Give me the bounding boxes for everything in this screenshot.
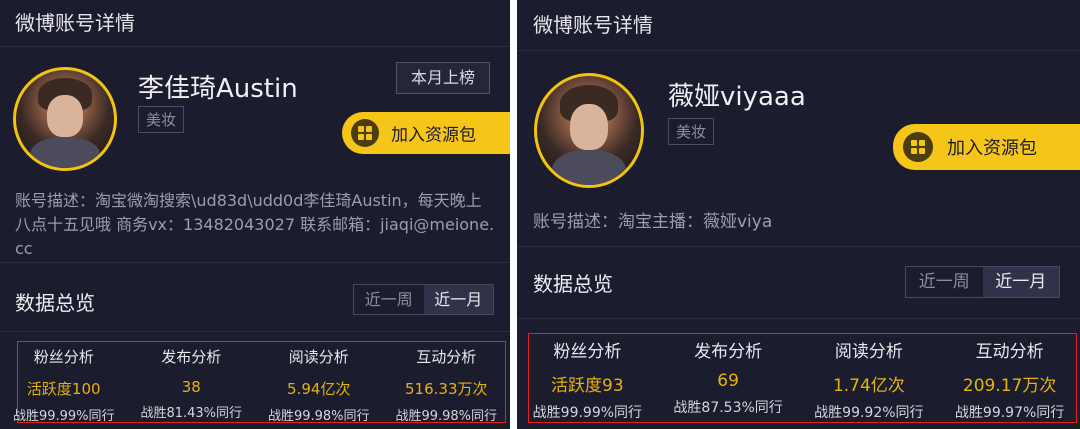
stat-reads[interactable]: 阅读分析 5.94亿次 战胜99.98%同行 [255,346,383,424]
period-toggle: 近一周 近一月 [905,266,1060,298]
account-name: 李佳琦Austin [138,74,298,104]
stat-fans[interactable]: 粉丝分析 活跃度93 战胜99.99%同行 [517,337,658,422]
tab-last-week[interactable]: 近一周 [906,267,983,297]
account-name: 薇娅viyaaa [668,82,806,112]
stats-row: 粉丝分析 活跃度93 战胜99.99%同行 发布分析 69 战胜87.53%同行… [517,337,1080,422]
stat-engagement[interactable]: 互动分析 516.33万次 战胜99.98%同行 [383,346,511,424]
stat-value: 38 [181,378,201,396]
stat-label: 阅读分析 [834,342,903,362]
grid-icon [903,132,933,162]
overview-divider [0,331,510,332]
page-title: 微博账号详情 [15,11,135,35]
stat-rank: 战胜99.97%同行 [954,405,1065,421]
stat-posts[interactable]: 发布分析 69 战胜87.53%同行 [658,337,799,422]
add-to-resource-pack-label: 加入资源包 [391,125,476,146]
stat-reads[interactable]: 阅读分析 1.74亿次 战胜99.92%同行 [799,337,940,422]
add-to-resource-pack-button[interactable]: 加入资源包 [893,124,1080,170]
stat-label: 互动分析 [416,348,477,366]
stat-rank: 战胜99.98%同行 [395,409,498,424]
stat-value: 516.33万次 [405,380,488,398]
tab-last-month[interactable]: 近一月 [423,285,493,314]
account-panel-left: 微博账号详情 李佳琦Austin 美妆 本月上榜 加入资源包 账号描述：淘宝微淘… [0,0,510,429]
stat-label: 阅读分析 [288,348,349,366]
stat-rank: 战胜81.43%同行 [140,406,243,421]
stat-value: 209.17万次 [962,376,1057,396]
category-tag: 美妆 [668,118,715,145]
stat-label: 发布分析 [161,348,222,366]
stat-label: 粉丝分析 [33,348,94,366]
description-divider [0,262,510,263]
header-divider [0,46,510,47]
stat-rank: 战胜99.99%同行 [532,405,643,421]
stat-fans[interactable]: 粉丝分析 活跃度100 战胜99.99%同行 [0,346,128,424]
account-description: 账号描述：淘宝微淘搜索\ud83d\udd0d李佳琦Austin，每天晚上八点十… [15,191,495,258]
panel-divider [510,0,517,429]
stat-rank: 战胜87.53%同行 [673,400,783,416]
avatar [13,67,117,171]
period-toggle: 近一周 近一月 [353,284,494,315]
grid-icon [351,119,379,147]
stats-row: 粉丝分析 活跃度100 战胜99.99%同行 发布分析 38 战胜81.43%同… [0,346,510,424]
tab-last-month[interactable]: 近一月 [982,267,1059,297]
stat-label: 互动分析 [975,342,1044,362]
stat-value: 活跃度93 [551,376,624,396]
stat-rank: 战胜99.99%同行 [12,409,115,424]
stat-rank: 战胜99.98%同行 [267,409,370,424]
stat-posts[interactable]: 发布分析 38 战胜81.43%同行 [128,346,256,424]
stat-label: 粉丝分析 [553,342,622,362]
account-description: 账号描述：淘宝主播：薇娅viya [533,212,773,232]
avatar [534,73,644,188]
stat-value: 活跃度100 [26,380,101,398]
stat-value: 69 [717,371,739,391]
monthly-rank-button[interactable]: 本月上榜 [396,62,490,94]
add-to-resource-pack-label: 加入资源包 [947,138,1037,159]
add-to-resource-pack-button[interactable]: 加入资源包 [342,112,510,154]
stat-engagement[interactable]: 互动分析 209.17万次 战胜99.97%同行 [939,337,1080,422]
stat-label: 发布分析 [694,342,763,362]
stat-value: 5.94亿次 [287,380,351,398]
page-title: 微博账号详情 [533,13,653,37]
header-divider [517,50,1080,51]
account-panel-right: 微博账号详情 薇娅viyaaa 美妆 加入资源包 账号描述：淘宝主播：薇娅viy… [517,0,1080,429]
overview-title: 数据总览 [533,272,613,296]
stat-value: 1.74亿次 [832,376,905,396]
description-divider [517,246,1080,247]
tab-last-week[interactable]: 近一周 [354,285,424,314]
stat-rank: 战胜99.92%同行 [814,405,924,421]
overview-divider [517,318,1080,319]
category-tag: 美妆 [138,106,185,133]
overview-title: 数据总览 [15,291,95,315]
